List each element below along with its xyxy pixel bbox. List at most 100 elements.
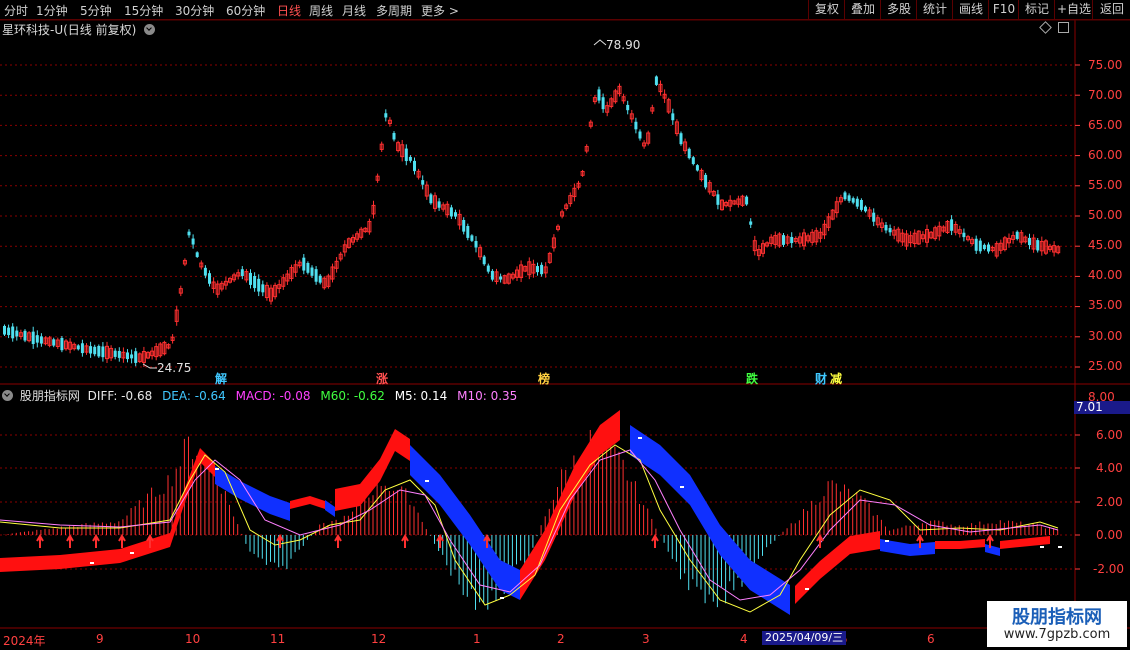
candle-down — [654, 76, 658, 85]
time-axis-label: 12 — [371, 632, 387, 646]
signal-arrow-icon — [334, 534, 342, 548]
time-axis-label: 11 — [270, 632, 286, 646]
candle-down — [187, 231, 191, 236]
signal-dot — [215, 468, 219, 470]
candle-down — [35, 335, 39, 343]
candle-down — [691, 157, 695, 165]
candle-down — [310, 267, 314, 276]
candle-down — [704, 174, 708, 188]
candle-down — [462, 219, 466, 232]
price-low-label: 24.75 — [157, 361, 192, 375]
chart-grid — [0, 64, 1075, 570]
chevron-down-icon[interactable] — [2, 390, 13, 401]
kline-chart[interactable] — [0, 0, 1130, 650]
candle-down — [93, 346, 97, 355]
m5-line — [0, 444, 1059, 613]
candle-down — [950, 219, 954, 231]
candle-down — [962, 232, 966, 238]
candle-down — [536, 266, 539, 273]
candle-down — [191, 238, 195, 245]
candle-down — [864, 206, 867, 212]
time-axis-label: 2 — [557, 632, 565, 646]
candle-down — [208, 273, 211, 284]
signal-arrow-icon — [66, 534, 74, 548]
candle-down — [474, 241, 478, 248]
candle-down — [847, 195, 851, 201]
indicator-name: 股朋指标网 — [19, 389, 80, 403]
candle-down — [130, 354, 134, 359]
event-marker-reduce[interactable]: 减 — [830, 370, 842, 387]
candle-down — [749, 221, 753, 225]
candle-down — [314, 269, 318, 282]
candle-down — [1015, 231, 1019, 239]
candle-down — [11, 326, 15, 339]
candle-down — [261, 284, 265, 293]
candle-down — [384, 113, 388, 118]
candle-down — [7, 327, 11, 336]
candle-down — [134, 351, 138, 363]
candle-down — [408, 156, 412, 161]
candle-down — [982, 244, 986, 250]
candle-down — [15, 330, 19, 337]
candle-down — [23, 330, 27, 341]
price-axis-label: 60.00 — [1088, 148, 1123, 162]
candle-down — [1036, 240, 1040, 251]
indicator-band — [325, 500, 335, 517]
indicator-axis-label: 0.00 — [1096, 528, 1123, 542]
candle-down — [888, 228, 892, 233]
candle-down — [3, 325, 6, 335]
candle-down — [413, 160, 416, 172]
signal-dot — [1058, 546, 1062, 548]
indicator-title: 股朋指标网 DIFF: -0.68 DEA: -0.64 MACD: -0.08… — [2, 387, 517, 404]
candle-down — [302, 257, 306, 271]
indicator-axis-label: 2.00 — [1096, 495, 1123, 509]
price-axis-label: 70.00 — [1088, 88, 1123, 102]
event-marker-list[interactable]: 榜 — [538, 370, 550, 387]
price-high-label: 78.90 — [606, 38, 641, 52]
indicator-series — [0, 410, 1062, 615]
signal-dot — [638, 437, 642, 439]
candle-down — [679, 133, 683, 145]
candle-down — [429, 194, 433, 204]
candle-down — [240, 269, 244, 276]
event-marker-finance[interactable]: 财 — [815, 370, 827, 387]
candle-down — [601, 97, 605, 110]
signal-dot — [1040, 546, 1044, 548]
event-marker-fall[interactable]: 跌 — [746, 370, 758, 387]
candle-down — [716, 194, 720, 205]
high-pointer — [593, 39, 607, 46]
candle-down — [482, 256, 486, 265]
event-marker-rise[interactable]: 涨 — [376, 370, 388, 387]
price-axis-label: 75.00 — [1088, 58, 1123, 72]
watermark-title: 股朋指标网 — [1012, 607, 1102, 628]
m60-value: M60: -0.62 — [320, 389, 385, 403]
indicator-band — [795, 531, 880, 604]
watermark-url: www.7gpzb.com — [1003, 627, 1111, 642]
candle-down — [978, 240, 982, 252]
m5-value: M5: 0.14 — [394, 389, 448, 403]
candle-down — [470, 235, 474, 241]
candle-down — [101, 346, 105, 358]
candle-down — [31, 331, 35, 345]
signal-arrow-icon — [276, 534, 284, 548]
candle-down — [449, 207, 453, 217]
indicator-band — [985, 544, 1000, 556]
candle-down — [306, 263, 310, 273]
indicator-axis-label: 4.00 — [1096, 461, 1123, 475]
candle-down — [597, 89, 601, 101]
candle-down — [638, 131, 642, 139]
candle-down — [499, 276, 503, 280]
m10-value: M10: 0.35 — [457, 389, 518, 403]
event-marker-unlock[interactable]: 解 — [215, 370, 227, 387]
candle-down — [490, 270, 494, 280]
price-axis-label: 55.00 — [1088, 178, 1123, 192]
crosshair-date-label: 2025/04/09/三 — [762, 631, 847, 645]
signal-dot — [805, 588, 809, 590]
candle-down — [203, 267, 207, 276]
candle-down — [249, 272, 252, 285]
watermark-logo: 股朋指标网 www.7gpzb.com — [987, 601, 1127, 647]
candle-down — [872, 212, 876, 222]
candle-down — [257, 278, 261, 292]
indicator-axis-label: -2.00 — [1093, 562, 1125, 576]
price-axis-label: 40.00 — [1088, 268, 1123, 282]
